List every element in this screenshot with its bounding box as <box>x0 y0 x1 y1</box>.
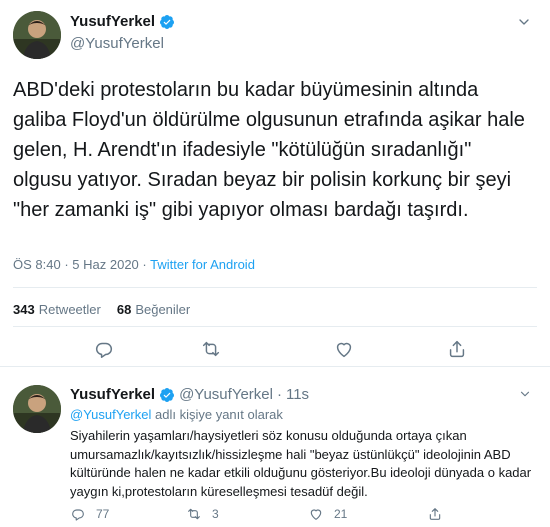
reply-author-row: YusufYerkel @YusufYerkel · 11s <box>70 386 309 403</box>
meta-separator: · <box>142 257 147 272</box>
retweet-icon <box>188 508 200 520</box>
tweet-source-link[interactable]: Twitter for Android <box>150 257 255 272</box>
like-icon[interactable] <box>333 338 355 360</box>
divider <box>13 326 537 327</box>
verified-badge-icon <box>160 14 175 29</box>
verified-badge-icon <box>160 387 175 402</box>
avatar[interactable] <box>13 11 61 59</box>
retweets-count: 343 <box>13 302 35 317</box>
main-tweet: YusufYerkel @YusufYerkel ABD'deki protes… <box>0 0 550 367</box>
chevron-down-icon[interactable] <box>518 387 532 401</box>
display-name[interactable]: YusufYerkel <box>70 386 155 403</box>
share-icon[interactable] <box>446 338 468 360</box>
meta-separator: · <box>64 257 69 272</box>
tweet-actions <box>0 336 550 362</box>
retweet-icon[interactable] <box>200 338 222 360</box>
likes-stat[interactable]: 68 Beğeniler <box>117 302 190 317</box>
likes-label: Beğeniler <box>135 302 191 317</box>
retweet-button[interactable]: 3 <box>186 506 219 522</box>
replying-to: @YusufYerkel adlı kişiye yanıt olarak <box>70 407 283 422</box>
reply-button[interactable]: 77 <box>70 506 109 522</box>
share-button[interactable] <box>427 506 443 522</box>
likes-count: 68 <box>116 302 132 317</box>
like-button[interactable]: 21 <box>308 506 347 522</box>
tweet-text: ABD'deki protestoların bu kadar büyümesi… <box>13 79 525 221</box>
author-row: YusufYerkel <box>70 13 175 30</box>
retweets-stat[interactable]: 343 Retweetler <box>13 302 101 317</box>
like-count: 21 <box>334 507 348 521</box>
avatar[interactable] <box>13 385 61 433</box>
author-handle[interactable]: @YusufYerkel <box>70 35 164 52</box>
tweet-meta: ÖS 8:40 · 5 Haz 2020 · Twitter for Andro… <box>13 257 255 272</box>
retweet-count: 3 <box>212 507 219 521</box>
chevron-down-icon[interactable] <box>516 14 532 30</box>
meta-separator: · <box>276 386 282 403</box>
reply-icon <box>72 509 84 521</box>
tweet-time[interactable]: ÖS 8:40 <box>13 257 61 272</box>
reply-mention-link[interactable]: @YusufYerkel <box>70 407 151 422</box>
divider <box>13 287 537 288</box>
share-icon <box>429 508 441 520</box>
reply-actions: 77 3 21 <box>70 506 540 524</box>
author-handle[interactable]: @YusufYerkel <box>179 386 273 403</box>
display-name[interactable]: YusufYerkel <box>70 13 155 30</box>
reply-icon[interactable] <box>93 338 115 360</box>
reply-tweet[interactable]: YusufYerkel @YusufYerkel · 11s @YusufYer… <box>0 367 550 527</box>
retweets-label: Retweetler <box>38 302 101 317</box>
reply-suffix: adlı kişiye yanıt olarak <box>155 407 283 422</box>
reply-text: Siyahilerin yaşamları/haysiyetleri söz k… <box>70 428 532 499</box>
tweet-date[interactable]: 5 Haz 2020 <box>72 257 139 272</box>
engagement-stats: 343 Retweetler 68 Beğeniler <box>13 302 190 317</box>
reply-count: 77 <box>96 507 110 521</box>
reply-time[interactable]: 11s <box>286 386 309 403</box>
like-icon <box>310 509 322 520</box>
